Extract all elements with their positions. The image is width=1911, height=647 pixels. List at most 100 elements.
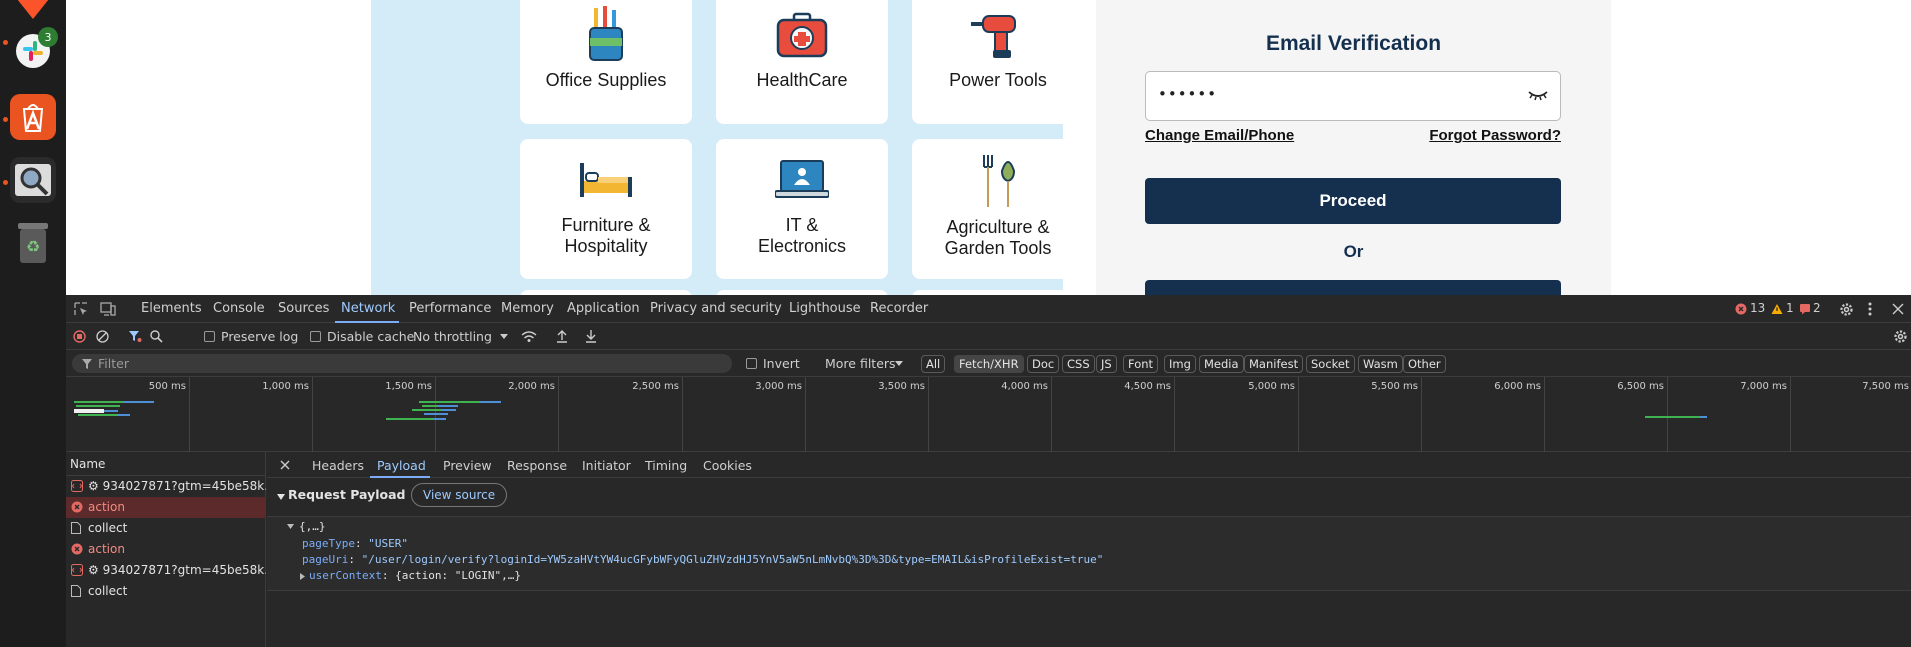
payload-value: "/user/login/verify?loginId=YW5zaHVtYW4u…	[361, 553, 1104, 566]
password-input[interactable]: ••••••	[1145, 71, 1561, 121]
tab-sources[interactable]: Sources	[278, 301, 329, 316]
type-chip-img[interactable]: Img	[1164, 355, 1196, 373]
request-detail-pane: Headers Payload Preview Response Initiat…	[267, 452, 1911, 647]
warning-count[interactable]: 1	[1786, 301, 1794, 315]
tab-application[interactable]: Application	[567, 301, 640, 316]
name-column-header[interactable]: Name	[66, 452, 266, 476]
tab-network[interactable]: Network	[341, 301, 395, 316]
request-row[interactable]: ⚙ 934027871?gtm=45be58k...	[66, 476, 266, 497]
category-agriculture-garden-tools[interactable]: Agriculture & Garden Tools	[912, 139, 1084, 279]
forgot-password-link[interactable]: Forgot Password?	[1429, 127, 1561, 144]
category-healthcare[interactable]: HealthCare	[716, 0, 888, 124]
invert-checkbox[interactable]	[746, 358, 757, 369]
detail-tab-preview[interactable]: Preview	[443, 458, 492, 473]
tick-line	[928, 377, 929, 452]
waterfall-bar	[422, 405, 438, 407]
settings-gear-icon[interactable]	[1839, 302, 1854, 317]
triangle-expanded-icon[interactable]	[287, 524, 294, 529]
type-chip-fetch-xhr[interactable]: Fetch/XHR	[954, 355, 1024, 373]
tab-privacy-security[interactable]: Privacy and security	[650, 301, 782, 316]
more-options-icon[interactable]	[1868, 302, 1872, 316]
detail-tab-initiator[interactable]: Initiator	[582, 458, 631, 473]
category-label-line2: Garden Tools	[944, 238, 1052, 258]
preserve-log-checkbox[interactable]	[204, 331, 215, 342]
category-furniture-hospitality[interactable]: Furniture & Hospitality	[520, 139, 692, 279]
network-overview-timeline[interactable]: 500 ms 1,000 ms 1,500 ms 2,000 ms 2,500 …	[66, 377, 1911, 452]
type-chip-socket[interactable]: Socket	[1306, 355, 1355, 373]
type-chip-other[interactable]: Other	[1403, 355, 1446, 373]
category-label-line1: IT &	[785, 215, 819, 235]
brave-browser-icon[interactable]	[10, 0, 56, 24]
eye-closed-icon[interactable]	[1528, 89, 1548, 101]
tab-lighthouse[interactable]: Lighthouse	[789, 301, 861, 316]
import-har-icon[interactable]	[556, 329, 568, 343]
proceed-button[interactable]: Proceed	[1145, 178, 1561, 224]
triangle-expanded-icon[interactable]	[277, 494, 285, 500]
more-filters-dropdown[interactable]: More filters	[825, 356, 896, 371]
tab-elements[interactable]: Elements	[141, 301, 202, 316]
tab-memory[interactable]: Memory	[501, 301, 554, 316]
network-settings-gear-icon[interactable]	[1893, 329, 1908, 344]
request-row[interactable]: collect	[66, 581, 266, 602]
record-stop-icon[interactable]	[73, 330, 86, 343]
tick-label: 4,000 ms	[1001, 381, 1048, 392]
throttling-select[interactable]: No throttling	[413, 329, 492, 344]
error-count[interactable]: 13	[1750, 301, 1765, 315]
request-payload-heading[interactable]: Request Payload	[288, 487, 405, 502]
alternate-login-button[interactable]	[1145, 280, 1561, 295]
category-power-tools[interactable]: Power Tools	[912, 0, 1084, 124]
disable-cache-label: Disable cache	[327, 329, 415, 344]
category-office-supplies[interactable]: Office Supplies	[520, 0, 692, 124]
view-source-button[interactable]: View source	[411, 483, 508, 507]
error-icon	[71, 543, 83, 555]
change-email-phone-link[interactable]: Change Email/Phone	[1145, 127, 1294, 144]
type-chip-media[interactable]: Media	[1199, 355, 1244, 373]
filter-funnel-icon[interactable]	[128, 330, 142, 343]
detail-tab-timing[interactable]: Timing	[645, 458, 687, 473]
network-conditions-icon[interactable]	[521, 330, 537, 343]
tab-performance[interactable]: Performance	[409, 301, 491, 316]
detail-tab-payload[interactable]: Payload	[377, 458, 426, 473]
type-chip-js[interactable]: JS	[1096, 355, 1117, 373]
inspect-element-icon[interactable]	[74, 302, 88, 316]
detail-tab-response[interactable]: Response	[507, 458, 567, 473]
payload-user-context[interactable]: userContext: {action: "LOGIN",…}	[309, 569, 521, 582]
request-row[interactable]: collect	[66, 518, 266, 539]
detail-tab-cookies[interactable]: Cookies	[703, 458, 752, 473]
screenshot-magnifier-icon[interactable]	[10, 157, 56, 203]
tab-console[interactable]: Console	[213, 301, 265, 316]
request-row[interactable]: ⚙ 934027871?gtm=45be58k...	[66, 560, 266, 581]
detail-tab-headers[interactable]: Headers	[312, 458, 364, 473]
device-toolbar-icon[interactable]	[100, 302, 116, 316]
category-label-line2: Hospitality	[564, 236, 648, 256]
request-row[interactable]: action	[66, 539, 266, 560]
type-chip-wasm[interactable]: Wasm	[1358, 355, 1403, 373]
devtools-tab-bar: Elements Console Sources Network Perform…	[66, 295, 1911, 323]
tick-label: 5,500 ms	[1371, 381, 1418, 392]
network-filter-bar: Filter Invert More filters All Fetch/XHR…	[66, 350, 1911, 377]
type-chip-manifest[interactable]: Manifest	[1244, 355, 1304, 373]
payload-root[interactable]: {,…}	[299, 520, 326, 533]
type-chip-font[interactable]: Font	[1123, 355, 1159, 373]
close-devtools-icon[interactable]	[1892, 303, 1904, 315]
trash-icon[interactable]: ♻	[10, 220, 56, 266]
request-list: Name ⚙ 934027871?gtm=45be58k... action c…	[66, 452, 266, 647]
export-har-icon[interactable]	[585, 329, 597, 343]
app-store-icon[interactable]	[10, 94, 56, 140]
power-drill-icon	[971, 15, 1016, 58]
type-chip-all[interactable]: All	[921, 355, 946, 373]
tab-recorder[interactable]: Recorder	[870, 301, 928, 316]
filter-input[interactable]: Filter	[72, 354, 732, 373]
clear-icon[interactable]	[96, 330, 109, 343]
disable-cache-checkbox[interactable]	[310, 331, 321, 342]
search-icon[interactable]	[150, 330, 163, 343]
web-page: Office Supplies HealthCare Power Tools F…	[66, 0, 1911, 295]
triangle-collapsed-icon[interactable]	[300, 573, 305, 580]
close-detail-icon[interactable]	[280, 460, 290, 470]
type-chip-doc[interactable]: Doc	[1027, 355, 1060, 373]
request-row-selected[interactable]: action	[66, 497, 266, 518]
issues-count[interactable]: 2	[1813, 301, 1821, 315]
type-chip-css[interactable]: CSS	[1062, 355, 1095, 373]
waterfall-bar	[76, 405, 120, 407]
category-it-electronics[interactable]: IT & Electronics	[716, 139, 888, 279]
